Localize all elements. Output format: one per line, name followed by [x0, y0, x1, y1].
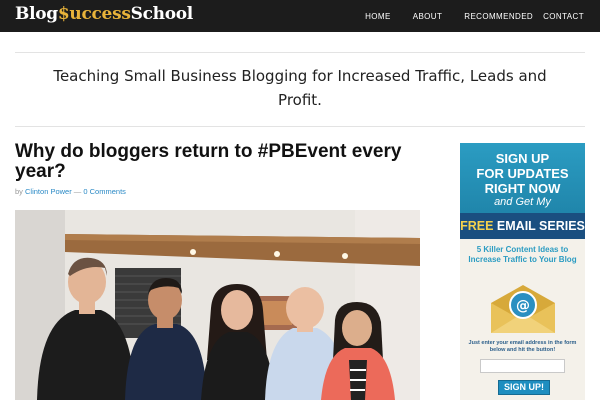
main-nav: HOME ABOUT RECOMMENDED CONTACT: [365, 0, 584, 32]
signup-button[interactable]: SIGN UP!: [498, 380, 550, 395]
optin-line-getmy: and Get My: [494, 196, 551, 208]
comments-link[interactable]: 0 Comments: [83, 187, 126, 196]
email-field[interactable]: [480, 359, 565, 373]
optin-line-signup: SIGN UP: [495, 151, 550, 166]
logo-text-blog: Blog: [15, 4, 58, 24]
byline-prefix: by: [15, 187, 26, 196]
author-link[interactable]: Clinton Power: [25, 187, 72, 196]
nav-contact[interactable]: CONTACT: [543, 12, 584, 21]
divider-top: [15, 52, 585, 53]
optin-line-now: RIGHT NOW: [484, 181, 561, 196]
optin-banner: FREE EMAIL SERIES: [460, 213, 585, 239]
nav-about[interactable]: ABOUT: [413, 12, 443, 21]
post-byline: by Clinton Power — 0 Comments: [15, 187, 126, 196]
featured-image[interactable]: [15, 210, 420, 400]
site-logo[interactable]: Blog$uccessSchool: [15, 4, 193, 24]
email-optin-widget: SIGN UP FOR UPDATES RIGHT NOW and Get My…: [460, 143, 585, 400]
optin-subtitle: 5 Killer Content Ideas to Increase Traff…: [468, 245, 577, 264]
site-header: Blog$uccessSchool HOME ABOUT RECOMMENDED…: [0, 0, 600, 32]
group-photo: [15, 210, 420, 400]
divider-bottom: [15, 126, 585, 127]
banner-series: EMAIL SERIES: [493, 219, 585, 233]
email-envelope-icon: @: [491, 285, 555, 333]
optin-instructions: Just enter your email address in the for…: [468, 340, 577, 353]
logo-text-success: $uccess: [57, 4, 131, 24]
byline-separator: —: [71, 187, 84, 196]
site-tagline: Teaching Small Business Blogging for Inc…: [53, 67, 547, 109]
svg-text:@: @: [516, 298, 530, 314]
optin-line-updates: FOR UPDATES: [476, 166, 569, 181]
post-title[interactable]: Why do bloggers return to #PBEvent every…: [15, 142, 435, 182]
nav-recommended[interactable]: RECOMMENDED: [464, 12, 533, 21]
nav-home[interactable]: HOME: [365, 12, 391, 21]
logo-text-school: School: [130, 4, 194, 24]
banner-free: FREE: [460, 219, 494, 233]
optin-body: 5 Killer Content Ideas to Increase Traff…: [460, 239, 585, 400]
